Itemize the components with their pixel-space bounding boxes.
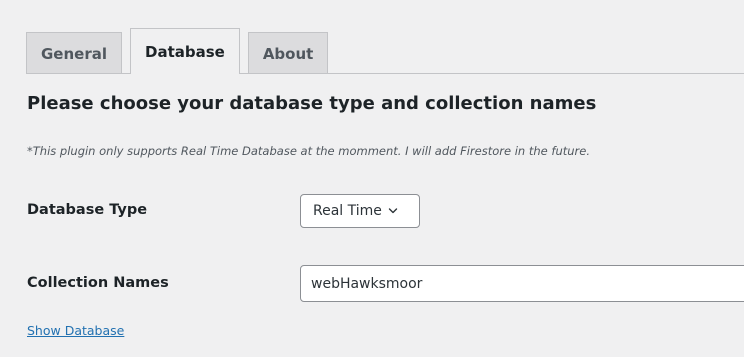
tab-bar: General Database About bbox=[26, 28, 336, 74]
section-heading: Please choose your database type and col… bbox=[27, 93, 597, 114]
plugin-note: *This plugin only supports Real Time Dat… bbox=[27, 144, 590, 158]
database-type-select[interactable]: Real Time bbox=[300, 194, 420, 228]
show-database-link[interactable]: Show Database bbox=[27, 323, 124, 338]
chevron-down-icon bbox=[388, 206, 398, 216]
tab-database[interactable]: Database bbox=[130, 28, 240, 74]
tab-general[interactable]: General bbox=[26, 32, 122, 74]
tab-about[interactable]: About bbox=[247, 32, 329, 74]
collection-names-input[interactable] bbox=[300, 265, 744, 302]
database-type-selected-value: Real Time bbox=[313, 203, 382, 219]
database-type-label: Database Type bbox=[27, 202, 148, 218]
collection-names-label: Collection Names bbox=[27, 275, 169, 291]
